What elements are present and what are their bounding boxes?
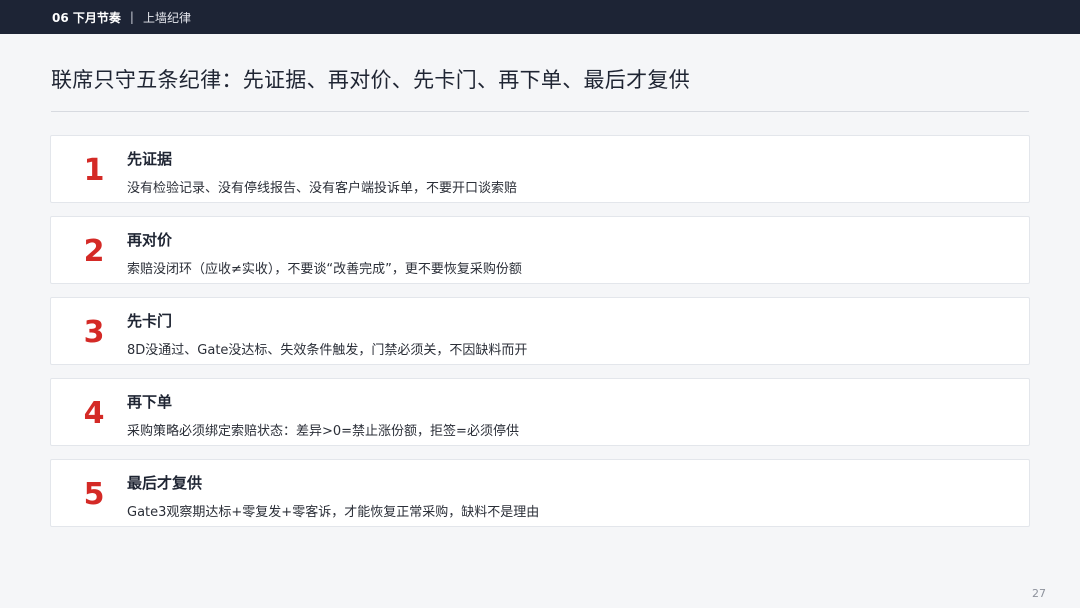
rules-list: 1 先证据 没有检验记录、没有停线报告、没有客户端投诉单，不要开口谈索赔 2 再… — [50, 135, 1030, 540]
rule-number: 4 — [83, 395, 105, 431]
rule-heading: 再下单 — [127, 393, 173, 411]
rule-heading: 先证据 — [127, 150, 173, 168]
page-number: 27 — [1032, 587, 1046, 600]
rule-number: 5 — [83, 476, 105, 512]
rule-description: 采购策略必须绑定索赔状态：差异>0=禁止涨份额，拒签=必须停供 — [127, 424, 519, 439]
rule-card: 3 先卡门 8D没通过、Gate没达标、失效条件触发，门禁必须关，不因缺料而开 — [50, 297, 1030, 365]
rule-description: Gate3观察期达标+零复发+零客诉，才能恢复正常采购，缺料不是理由 — [127, 505, 540, 520]
section-subtitle: 上墙纪律 — [142, 10, 191, 25]
rule-number: 2 — [83, 233, 105, 269]
page-title: 联席只守五条纪律：先证据、再对价、先卡门、再下单、最后才复供 — [51, 68, 690, 92]
top-bar: 06 下月节奏 | 上墙纪律 — [0, 0, 1080, 34]
rule-card: 1 先证据 没有检验记录、没有停线报告、没有客户端投诉单，不要开口谈索赔 — [50, 135, 1030, 203]
rule-heading: 先卡门 — [127, 312, 173, 330]
rule-heading: 最后才复供 — [127, 474, 203, 492]
rule-description: 没有检验记录、没有停线报告、没有客户端投诉单，不要开口谈索赔 — [127, 181, 518, 196]
rule-card: 2 再对价 索赔没闭环（应收≠实收），不要谈“改善完成”，更不要恢复采购份额 — [50, 216, 1030, 284]
rule-description: 8D没通过、Gate没达标、失效条件触发，门禁必须关，不因缺料而开 — [127, 343, 528, 358]
rule-card: 5 最后才复供 Gate3观察期达标+零复发+零客诉，才能恢复正常采购，缺料不是… — [50, 459, 1030, 527]
rule-heading: 再对价 — [127, 231, 173, 249]
title-divider — [51, 111, 1029, 112]
rule-card: 4 再下单 采购策略必须绑定索赔状态：差异>0=禁止涨份额，拒签=必须停供 — [50, 378, 1030, 446]
header-separator: | — [129, 10, 134, 24]
rule-description: 索赔没闭环（应收≠实收），不要谈“改善完成”，更不要恢复采购份额 — [127, 262, 522, 277]
section-label: 06 下月节奏 — [52, 10, 121, 25]
rule-number: 1 — [83, 152, 105, 188]
rule-number: 3 — [83, 314, 105, 350]
